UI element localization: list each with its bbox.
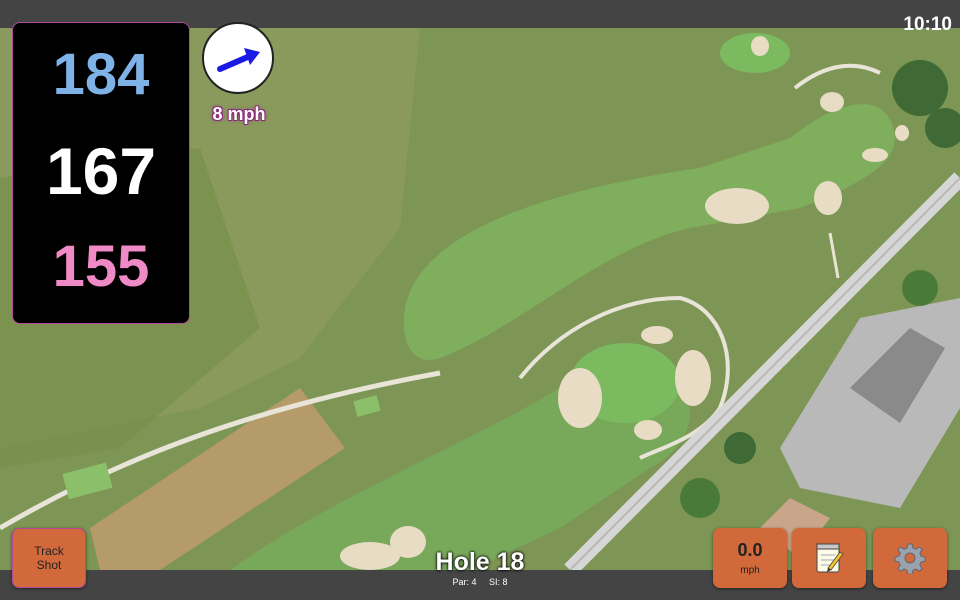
back-of-green-distance: 184 [52,42,150,107]
wind-speed-label: 8 mph [212,104,266,124]
speed-unit: mph [740,565,760,576]
wind-arrow-icon [217,48,260,72]
front-of-green-distance: 155 [52,234,150,299]
gear-icon [894,543,926,574]
hole-stroke-index: SI: 8 [489,577,508,587]
notes-button[interactable] [792,528,866,588]
wind-indicator [202,22,274,94]
hole-title: Hole 18 [435,548,525,576]
distance-panel: 184 167 155 [12,22,190,324]
track-shot-button[interactable]: Track Shot [12,528,86,588]
hole-details: Par: 4 SI: 8 [380,577,580,587]
speed-button[interactable]: 0.0 mph [713,528,787,588]
speed-value: 0.0 [737,540,763,560]
hole-par: Par: 4 [452,577,477,587]
track-shot-label-line1: Track [34,544,64,558]
status-clock: 10:10 [903,14,952,35]
settings-button[interactable] [873,528,947,588]
notepad-icon [816,543,844,573]
track-shot-label-line2: Shot [36,558,62,572]
middle-of-green-distance: 167 [45,134,157,208]
